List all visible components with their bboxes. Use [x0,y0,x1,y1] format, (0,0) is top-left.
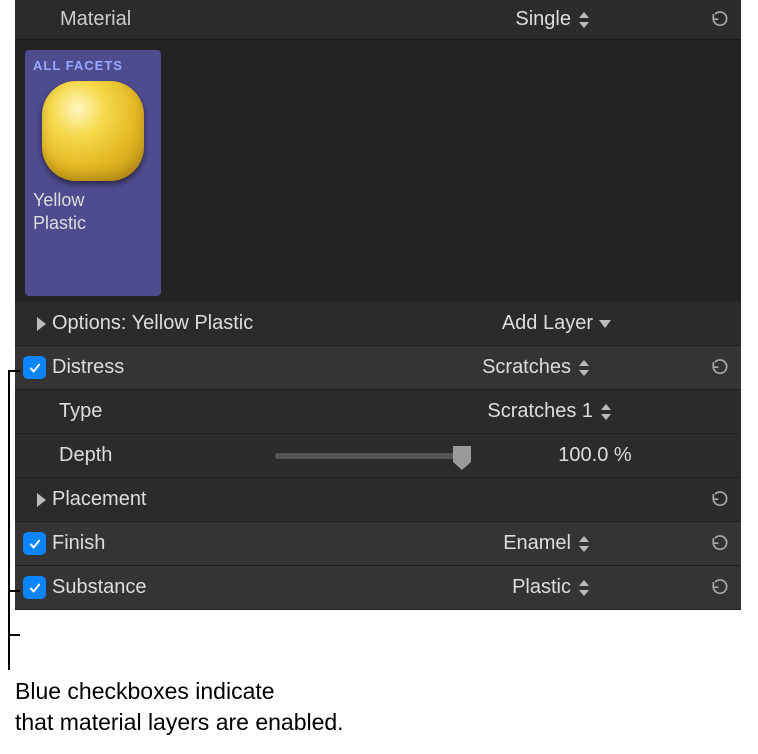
updown-icon [577,11,589,29]
add-layer-button[interactable]: Add Layer [502,312,611,335]
type-label: Type [59,400,102,423]
add-layer-label: Add Layer [502,312,593,335]
substance-select[interactable]: Plastic [512,576,589,599]
reset-icon[interactable] [709,533,731,555]
distress-label: Distress [52,356,124,379]
material-panel: Material Single ALL FACETS Yellow Plasti… [15,0,741,610]
depth-value[interactable]: 100.0 % [495,444,695,467]
updown-icon [577,359,589,377]
finish-value: Enamel [503,532,571,555]
finish-row: Finish Enamel [15,522,741,566]
reset-icon[interactable] [709,9,731,31]
distress-value: Scratches [482,356,571,379]
facet-card[interactable]: ALL FACETS Yellow Plastic [25,50,161,296]
placement-row: Placement [15,478,741,522]
options-row: Options: Yellow Plastic Add Layer [15,302,741,346]
updown-icon [599,403,611,421]
reset-icon[interactable] [709,577,731,599]
placement-label: Placement [52,488,147,511]
options-label: Options: Yellow Plastic [52,312,253,335]
caption-text: Blue checkboxes indicate that material l… [15,676,344,738]
distress-type-select[interactable]: Scratches [482,356,589,379]
substance-checkbox[interactable] [23,576,46,599]
updown-icon [577,579,589,597]
material-mode-label: Single [515,8,571,31]
panel-title: Material [60,8,515,31]
disclosure-icon[interactable] [37,493,46,507]
slider-thumb-icon[interactable] [453,446,471,462]
reset-icon[interactable] [709,357,731,379]
distress-row: Distress Scratches [15,346,741,390]
distress-subtype-select[interactable]: Scratches 1 [487,400,611,423]
material-mode-select[interactable]: Single [515,8,709,31]
substance-value: Plastic [512,576,571,599]
facet-label: ALL FACETS [33,58,123,73]
finish-select[interactable]: Enamel [503,532,589,555]
depth-label: Depth [59,444,112,467]
substance-row: Substance Plastic [15,566,741,610]
reset-icon[interactable] [709,489,731,511]
updown-icon [577,535,589,553]
finish-checkbox[interactable] [23,532,46,555]
disclosure-icon[interactable] [37,317,46,331]
substance-label: Substance [52,576,147,599]
distress-type-row: Type Scratches 1 [15,390,741,434]
callout-line [8,370,22,670]
depth-slider[interactable] [275,453,465,459]
distress-checkbox[interactable] [23,356,46,379]
distress-subtype-value: Scratches 1 [487,400,593,423]
finish-label: Finish [52,532,105,555]
material-preview-area: ALL FACETS Yellow Plastic [15,40,741,302]
panel-header: Material Single [15,0,741,40]
facet-swatch [42,81,144,181]
chevron-down-icon [599,320,611,328]
distress-depth-row: Depth 100.0 % [15,434,741,478]
facet-name: Yellow Plastic [33,189,86,236]
